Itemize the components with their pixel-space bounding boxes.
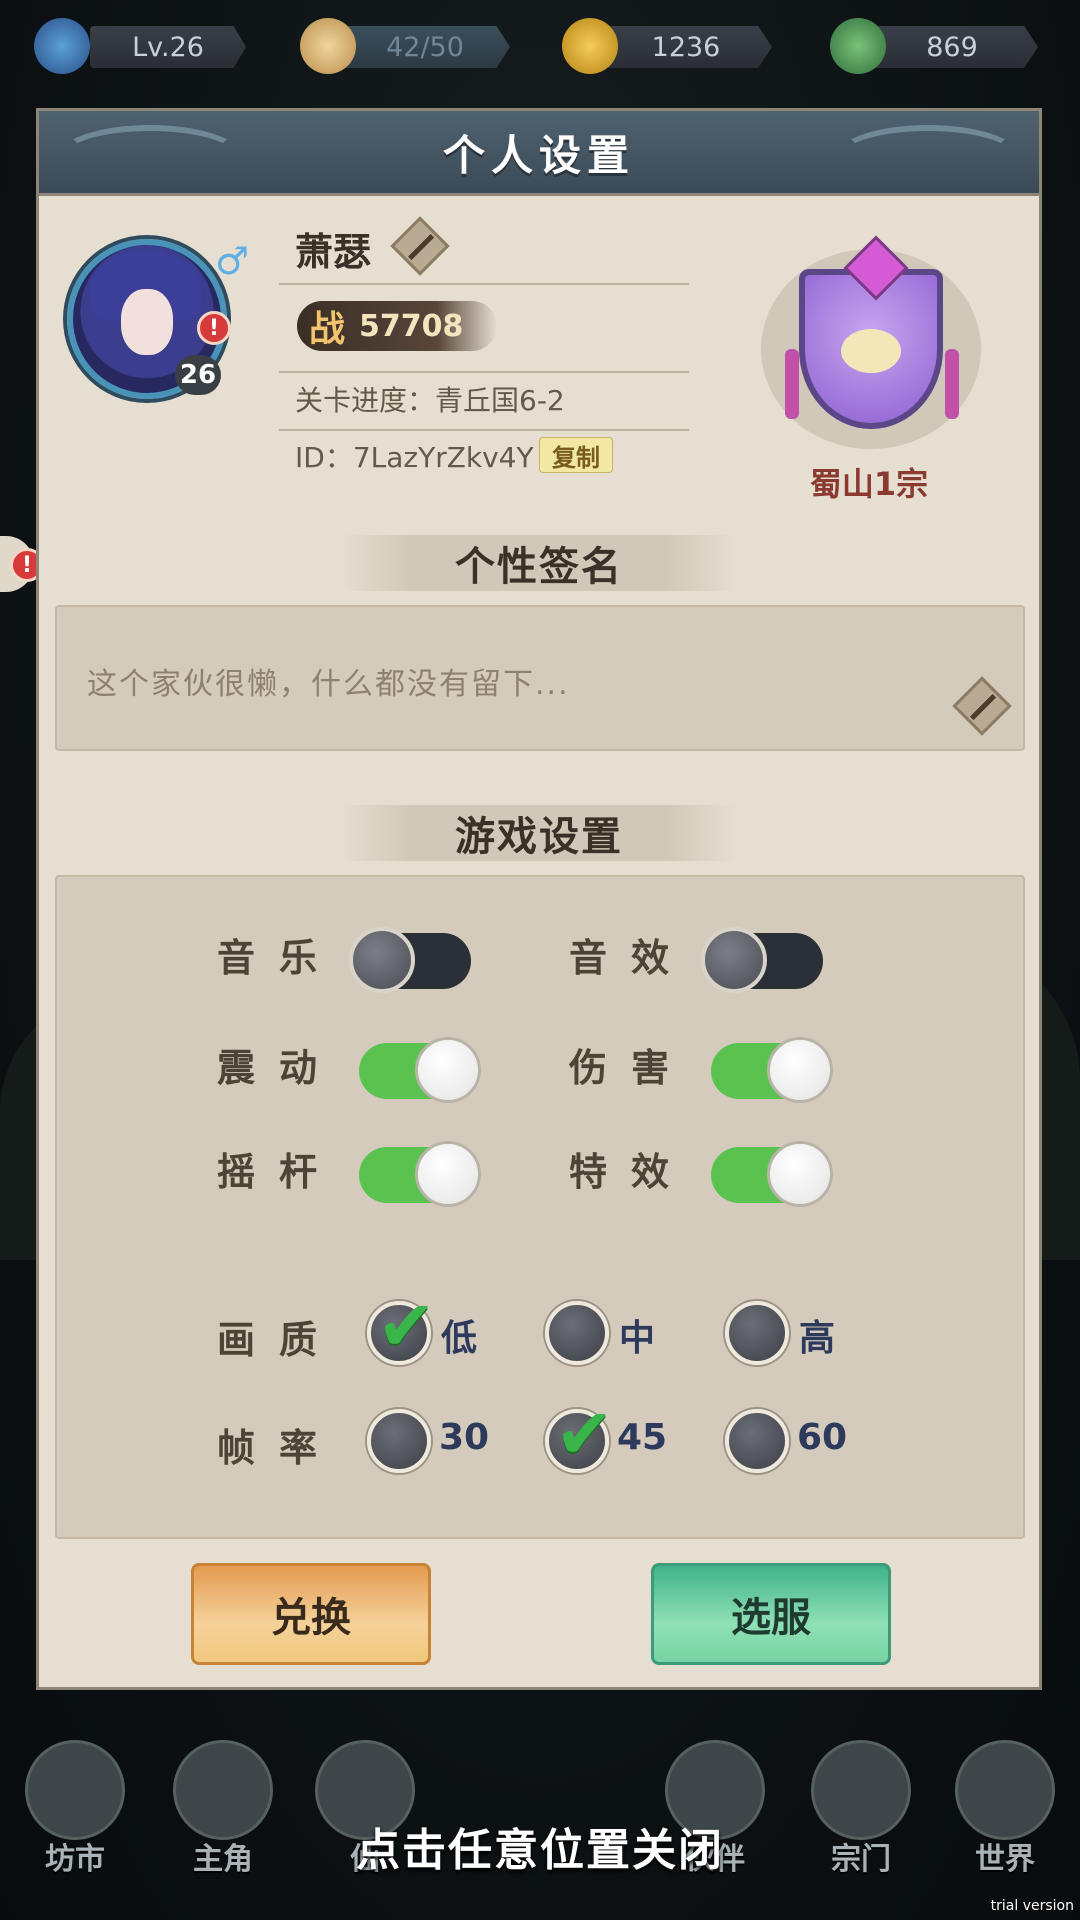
level-display: Lv.26: [90, 26, 246, 68]
divider: [279, 283, 689, 285]
framerate-label: 帧率: [217, 1426, 342, 1470]
swirl-icon: [34, 18, 90, 74]
panel-title: 个人设置: [442, 130, 635, 180]
coin-icon: [562, 18, 618, 74]
avatar-face: [121, 289, 173, 355]
power-value: 57708: [359, 308, 464, 344]
close-hint: 点击任意位置关闭: [356, 1825, 724, 1876]
signature-title: 个性签名: [455, 544, 623, 590]
player-name: 萧瑟: [295, 230, 372, 274]
sect-name: 蜀山1宗: [809, 465, 929, 503]
joystick-label: 摇杆: [217, 1150, 342, 1194]
game-settings-title: 游戏设置: [455, 814, 623, 860]
tassel-icon: [945, 349, 959, 419]
stamina-display[interactable]: 42/50: [340, 26, 510, 68]
quality-high-radio[interactable]: [725, 1301, 789, 1365]
framerate-45-label: 45: [617, 1417, 668, 1458]
panel-header: 个人设置: [39, 111, 1039, 196]
quality-mid-radio[interactable]: [545, 1301, 609, 1365]
edit-signature-icon[interactable]: [952, 676, 1012, 736]
framerate-60-label: 60: [797, 1417, 848, 1458]
joystick-toggle[interactable]: [359, 1141, 481, 1207]
effects-toggle[interactable]: [711, 1141, 833, 1207]
male-icon: ♂: [215, 239, 250, 283]
player-id: ID：7LazYrZkv4Y: [295, 441, 534, 474]
power-char: 战: [309, 309, 346, 350]
select-server-button[interactable]: 选服: [651, 1563, 891, 1665]
music-label: 音乐: [217, 936, 342, 980]
framerate-45-radio[interactable]: ✔: [545, 1399, 614, 1473]
toggle-knob: [767, 1037, 833, 1103]
quality-label: 画质: [217, 1318, 342, 1362]
sect-emblem[interactable]: [761, 229, 981, 459]
avatar-level-badge: 26: [175, 355, 221, 395]
power-display: 战 57708: [297, 301, 497, 351]
signature-text: 这个家伙很懒，什么都没有留下...: [87, 667, 570, 702]
watermark: trial version: [990, 1898, 1074, 1914]
music-toggle[interactable]: [349, 927, 471, 993]
drumstick-icon: [841, 329, 901, 373]
signature-banner: 个性签名: [339, 535, 739, 591]
personal-settings-panel: 个人设置 ♂ ! 26 萧瑟 战 57708 关卡进度：青丘国6-2 ID：7L…: [36, 108, 1042, 1690]
signature-field[interactable]: 这个家伙很懒，什么都没有留下...: [55, 605, 1025, 751]
tassel-icon: [785, 349, 799, 419]
bun-icon: [300, 18, 356, 74]
effects-label: 特效: [569, 1150, 694, 1194]
framerate-30-label: 30: [439, 1417, 490, 1458]
jade-display[interactable]: 869: [866, 26, 1038, 68]
leaf-icon: [830, 18, 886, 74]
level-text: Lv.26: [132, 31, 204, 63]
damage-toggle[interactable]: [711, 1037, 833, 1103]
framerate-30-radio[interactable]: [367, 1409, 431, 1473]
divider: [279, 429, 689, 431]
toggle-knob: [415, 1037, 481, 1103]
quality-mid-label: 中: [619, 1318, 656, 1359]
stamina-text: 42/50: [386, 31, 464, 63]
check-icon: ✔: [377, 1285, 436, 1367]
avatar-alert-icon: !: [197, 311, 231, 345]
toggle-knob: [349, 927, 415, 993]
game-settings-box: 音乐 音效 震动 伤害 摇杆 特效 画质 ✔ 低 中 高 帧率 30 ✔ 45 …: [55, 875, 1025, 1539]
stage-progress: 关卡进度：青丘国6-2: [295, 384, 565, 417]
quality-low-label: 低: [441, 1318, 478, 1359]
redeem-button[interactable]: 兑换: [191, 1563, 431, 1665]
toggle-knob: [415, 1141, 481, 1207]
coin-display[interactable]: 1236: [600, 26, 772, 68]
resource-bar: Lv.26 42/50 1236 869: [0, 18, 1080, 78]
quality-low-radio[interactable]: ✔: [367, 1291, 436, 1365]
sfx-toggle[interactable]: [701, 927, 823, 993]
jade-text: 869: [926, 31, 978, 63]
vibration-label: 震动: [217, 1046, 342, 1090]
cloud-swirl-icon: [59, 125, 241, 187]
sfx-label: 音效: [569, 936, 694, 980]
toggle-knob: [767, 1141, 833, 1207]
vibration-toggle[interactable]: [359, 1037, 481, 1103]
toggle-knob: [701, 927, 767, 993]
edit-name-icon[interactable]: [390, 216, 450, 276]
divider: [279, 371, 689, 373]
game-settings-banner: 游戏设置: [339, 805, 739, 861]
cloud-swirl-icon: [837, 125, 1019, 187]
check-icon: ✔: [555, 1393, 614, 1475]
coin-text: 1236: [651, 31, 721, 63]
framerate-60-radio[interactable]: [725, 1409, 789, 1473]
damage-label: 伤害: [569, 1046, 694, 1090]
quality-high-label: 高: [799, 1318, 836, 1359]
copy-id-button[interactable]: 复制: [539, 437, 613, 473]
